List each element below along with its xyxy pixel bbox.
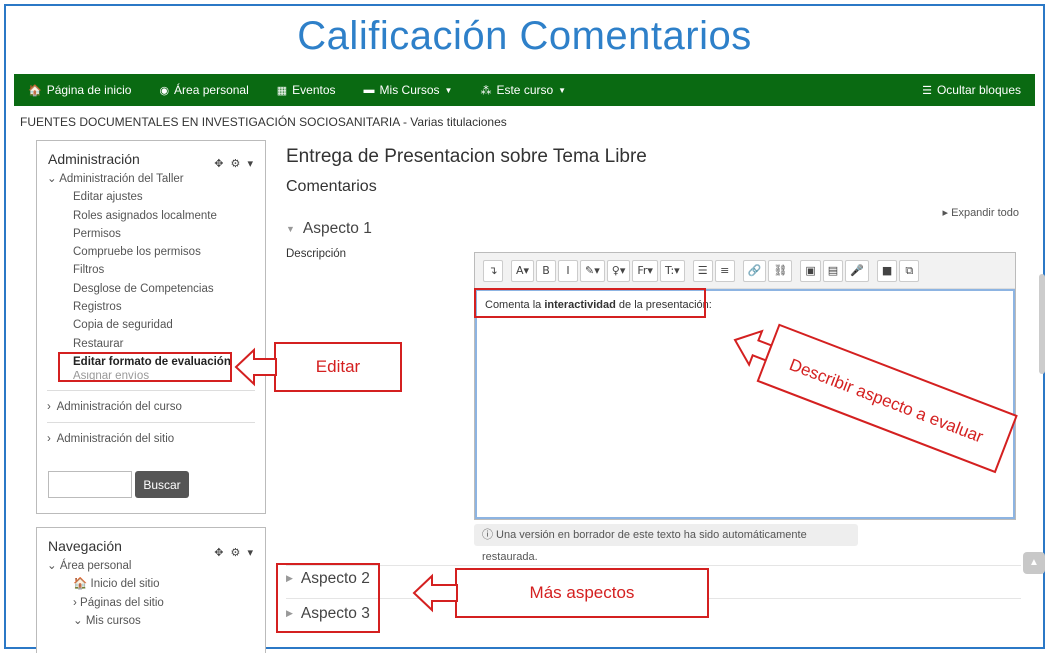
tree-logs[interactable]: Registros	[47, 298, 255, 316]
toolbar-button[interactable]: ⛓	[768, 259, 793, 282]
chevron-down-icon: ▼	[558, 85, 567, 95]
nav-tree-site-home[interactable]: 🏠 Inicio del sitio	[47, 575, 255, 593]
navigation-title: Navegación	[48, 538, 122, 554]
slide-title: Calificación Comentarios	[297, 14, 752, 58]
nav-home-label: Página de inicio	[46, 83, 132, 97]
toolbar-button[interactable]: A▾	[511, 259, 535, 282]
administration-title: Administración	[48, 151, 140, 167]
toolbar-button[interactable]: ■	[876, 259, 898, 282]
toolbar-button[interactable]: ↴	[483, 259, 503, 282]
sitemap-icon: ⁂	[480, 84, 492, 97]
toolbar-button[interactable]: ☰	[692, 259, 713, 282]
toolbar-button[interactable]: ✎▾	[580, 259, 605, 282]
toolbar-button[interactable]: I	[558, 259, 579, 282]
home-icon: 🏠	[28, 84, 42, 97]
nav-events[interactable]: ▦ Eventos	[277, 83, 336, 97]
nav-events-label: Eventos	[292, 83, 336, 97]
tree-permissions[interactable]: Permisos	[47, 225, 255, 243]
tree-restore[interactable]: Restaurar	[47, 335, 255, 353]
briefcase-icon: ▬	[363, 84, 375, 96]
highlight-aspects	[276, 563, 380, 633]
toolbar-button[interactable]: Fr▾	[632, 259, 658, 282]
tree-competencies[interactable]: Desglose de Competencias	[47, 280, 255, 298]
tree-filters[interactable]: Filtros	[47, 261, 255, 279]
toolbar-button[interactable]: ▤	[822, 259, 844, 282]
nav-this-course-label: Este curso	[496, 83, 554, 97]
editor-content-area[interactable]: Comenta la interactividad de la presenta…	[475, 289, 1015, 519]
tree-backup[interactable]: Copia de seguridad	[47, 316, 255, 334]
tree-edit-settings[interactable]: Editar ajustes	[47, 188, 255, 206]
toolbar-button[interactable]: ▣	[800, 259, 821, 282]
navigation-block: Navegación ✥ ⚙ ▾ ⌄ Área personal 🏠 Inici…	[36, 527, 266, 653]
nav-my-courses[interactable]: ▬ Mis Cursos ▼	[364, 83, 453, 97]
tree-check-permissions[interactable]: Compruebe los permisos	[47, 243, 255, 261]
page-title: Entrega de Presentacion sobre Tema Libre	[286, 146, 647, 167]
tree-workshop-admin[interactable]: ⌄ Administración del Taller	[47, 170, 255, 188]
nav-my-courses-label: Mis Cursos	[379, 83, 440, 97]
highlight-edit-assessment	[58, 352, 232, 382]
nav-dashboard[interactable]: ◉ Área personal	[159, 83, 248, 97]
toolbar-button[interactable]: ≡	[714, 259, 735, 282]
administration-block: Administración ✥ ⚙ ▾ ⌄ Administración de…	[36, 140, 266, 514]
nav-tree-dashboard[interactable]: ⌄ Área personal	[47, 557, 255, 575]
editor-toolbar: ↴ A▾ B I ✎▾ ♀▾ Fr▾ T:▾ ☰ ≡ 🔗 ⛓ ▣ ▤ 🎤 ■ ⧉	[475, 253, 1015, 289]
aspect-1-header[interactable]: ▼ Aspecto 1	[286, 220, 372, 238]
tree-course-admin[interactable]: › Administración del curso	[47, 390, 255, 422]
hide-blocks-button[interactable]: ☰ Ocultar bloques	[922, 83, 1021, 97]
toolbar-button[interactable]: ⧉	[899, 259, 920, 282]
nav-tree-site-pages[interactable]: › Páginas del sitio	[47, 594, 255, 612]
breadcrumb[interactable]: FUENTES DOCUMENTALES EN INVESTIGACIÓN SO…	[20, 115, 507, 129]
toolbar-button[interactable]: ♀▾	[606, 259, 631, 282]
annotation-more-aspects: Más aspectos	[455, 568, 709, 618]
tree-site-admin[interactable]: › Administración del sitio	[47, 422, 255, 454]
toolbar-button[interactable]: 🎤	[845, 259, 869, 282]
admin-search-input[interactable]	[48, 471, 132, 498]
list-icon: ☰	[922, 84, 932, 97]
nav-this-course[interactable]: ⁂ Este curso ▼	[480, 83, 566, 97]
nav-tree-my-courses[interactable]: ⌄ Mis cursos	[47, 612, 255, 630]
highlight-editor-text	[474, 288, 706, 318]
chevron-down-icon: ▼	[286, 223, 295, 234]
nav-dashboard-label: Área personal	[174, 83, 249, 97]
dashboard-icon: ◉	[159, 84, 170, 97]
hide-blocks-label: Ocultar bloques	[936, 83, 1021, 97]
scrollbar[interactable]	[1039, 84, 1045, 384]
toolbar-button[interactable]: 🔗	[742, 259, 767, 282]
back-to-top-button[interactable]: ▲	[1023, 552, 1045, 574]
description-label: Descripción	[286, 248, 347, 260]
search-button[interactable]: Buscar	[135, 471, 189, 498]
annotation-edit: Editar	[274, 342, 402, 392]
tree-local-roles[interactable]: Roles asignados localmente	[47, 207, 255, 225]
nav-home[interactable]: 🏠 Página de inicio	[28, 83, 131, 97]
divider	[286, 565, 1021, 566]
home-icon: 🏠	[73, 578, 88, 591]
toolbar-button[interactable]: T:▾	[659, 259, 685, 282]
page-subtitle: Comentarios	[286, 178, 377, 195]
chevron-down-icon: ▼	[444, 85, 453, 95]
top-navbar: 🏠 Página de inicio ◉ Área personal ▦ Eve…	[14, 74, 1035, 106]
toolbar-button[interactable]: B	[536, 259, 557, 282]
draft-restored-note: ⓘ Una versión en borrador de este texto …	[474, 524, 858, 563]
expand-all-link[interactable]: ▸ Expandir todo	[943, 206, 1019, 219]
block-controls-icon[interactable]: ✥ ⚙ ▾	[214, 157, 255, 170]
calendar-icon: ▦	[276, 84, 288, 97]
